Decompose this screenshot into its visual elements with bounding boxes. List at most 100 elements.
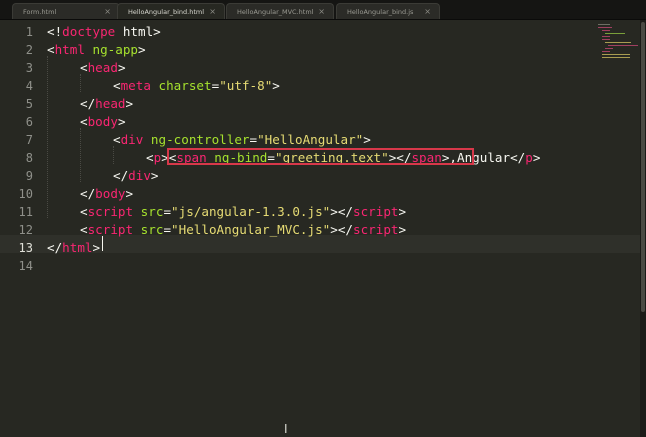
code-token: p	[525, 150, 533, 165]
code-token: =	[249, 132, 258, 147]
code-token: </	[113, 168, 129, 183]
code-token: "utf-8"	[219, 78, 273, 93]
code-token: >	[117, 114, 126, 129]
code-token: >	[398, 204, 407, 219]
code-token: div	[128, 168, 151, 183]
code-token: <	[80, 114, 88, 129]
tab-label: HelloAngular_MVC.html	[237, 8, 314, 16]
line-number: 2	[25, 43, 33, 57]
code-token: >	[398, 222, 407, 237]
code-line-7: <div ng-controller="HelloAngular">	[113, 131, 371, 149]
code-token: <!	[47, 24, 63, 39]
text-cursor	[102, 236, 103, 251]
line-number-gutter: 1 2 3 4 5 6 7 8 9 10 11 12 13 14	[0, 20, 40, 437]
code-token: html>	[115, 24, 161, 39]
line-number: 7	[25, 133, 33, 147]
code-token: <	[146, 150, 154, 165]
code-token: "HelloAngular_MVC.js"	[171, 222, 331, 237]
code-token: >	[150, 168, 159, 183]
code-token: html	[54, 42, 85, 57]
line-number: 4	[25, 79, 33, 93]
line-number: 10	[18, 187, 33, 201]
code-token: script	[353, 222, 399, 237]
line-number: 13	[18, 241, 33, 255]
tab-label: HelloAngular_bind.html	[128, 8, 205, 16]
code-token: >	[138, 42, 146, 57]
code-token: </	[80, 96, 96, 111]
code-token: <	[80, 222, 88, 237]
line-number: 1	[25, 25, 33, 39]
code-token: >	[532, 150, 541, 165]
code-token: ></	[330, 222, 354, 237]
code-token: ></	[330, 204, 354, 219]
code-token: body	[87, 114, 118, 129]
code-line-4: <meta charset="utf-8">	[113, 77, 280, 95]
code-token: >	[363, 132, 371, 147]
code-token: <	[113, 132, 121, 147]
code-token: "js/angular-1.3.0.js"	[171, 204, 331, 219]
code-token: =	[163, 222, 172, 237]
code-token: >	[272, 78, 280, 93]
indent-guide	[47, 56, 48, 218]
tab-helloangular-bind-js[interactable]: HelloAngular_bind.js ×	[336, 3, 440, 19]
close-icon[interactable]: ×	[424, 4, 431, 20]
code-line-3: <head>	[80, 59, 126, 77]
code-token: charset	[150, 78, 212, 93]
code-editor[interactable]: 1 2 3 4 5 6 7 8 9 10 11 12 13 14 <!docty…	[0, 20, 640, 437]
code-token: >	[125, 96, 134, 111]
tab-bar: Form.html × HelloAngular_bind.html × Hel…	[0, 0, 646, 20]
code-token: div	[120, 132, 144, 147]
indent-guide	[80, 128, 81, 182]
vertical-scrollbar[interactable]	[640, 20, 646, 437]
code-token: >	[117, 60, 126, 75]
highlight-box	[167, 148, 474, 165]
line-number: 3	[25, 61, 33, 75]
code-token: <	[47, 42, 55, 57]
code-line-11: <script src="js/angular-1.3.0.js"></scri…	[80, 203, 406, 221]
code-line-10: </body>	[80, 185, 133, 203]
code-token: ng-controller	[143, 132, 250, 147]
tab-helloangular-mvc-html[interactable]: HelloAngular_MVC.html ×	[226, 3, 334, 19]
code-line-6: <body>	[80, 113, 126, 131]
line-number: 8	[25, 151, 33, 165]
code-line-2: <html ng-app>	[47, 41, 146, 59]
code-line-1: <!doctype html>	[47, 23, 161, 41]
line-number: 6	[25, 115, 33, 129]
code-token: html	[62, 240, 93, 255]
code-token: script	[353, 204, 399, 219]
scrollbar-thumb[interactable]	[641, 22, 645, 312]
tab-form-html[interactable]: Form.html ×	[12, 3, 120, 19]
code-token: </	[510, 150, 526, 165]
code-line-13: </html>	[47, 239, 100, 257]
code-line-9: </div>	[113, 167, 159, 185]
code-token: <	[113, 78, 121, 93]
close-icon[interactable]: ×	[318, 4, 325, 20]
code-token: =	[163, 204, 172, 219]
code-token: <	[80, 204, 88, 219]
line-number: 5	[25, 97, 33, 111]
line-number: 14	[18, 259, 33, 273]
code-token: head	[95, 96, 126, 111]
code-token: </	[47, 240, 63, 255]
code-token: script	[87, 222, 134, 237]
code-token: <	[80, 60, 88, 75]
mouse-ibeam-icon: I	[284, 422, 288, 436]
close-icon[interactable]: ×	[209, 4, 216, 20]
minimap[interactable]	[596, 22, 640, 62]
code-token: script	[87, 204, 134, 219]
tab-label: Form.html	[23, 8, 57, 16]
code-token: meta	[120, 78, 151, 93]
close-icon[interactable]: ×	[104, 4, 111, 20]
line-number: 12	[18, 223, 33, 237]
code-token: >	[92, 240, 101, 255]
tab-helloangular-bind-html[interactable]: HelloAngular_bind.html ×	[117, 3, 225, 19]
code-token: "HelloAngular"	[257, 132, 364, 147]
code-token: >	[125, 186, 134, 201]
line-number: 11	[18, 205, 33, 219]
code-token: ng-app	[84, 42, 139, 57]
line-number: 9	[25, 169, 33, 183]
code-line-5: </head>	[80, 95, 133, 113]
code-token: head	[87, 60, 118, 75]
code-token: src	[133, 222, 164, 237]
code-token: body	[95, 186, 126, 201]
